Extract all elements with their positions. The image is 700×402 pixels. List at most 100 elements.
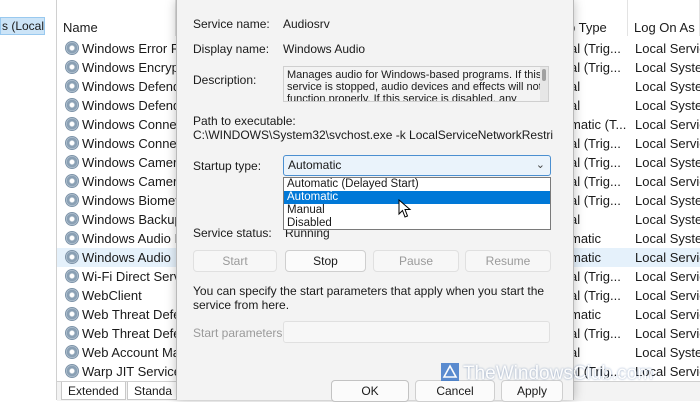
service-name-cell: Web Account Ma [65, 343, 185, 362]
startup-type-cell: al [570, 79, 581, 94]
log-on-as-cell: Local Service [635, 136, 700, 151]
service-name-value: Audiosrv [283, 17, 330, 31]
description-scrollbar[interactable] [540, 67, 548, 101]
display-name-label: Display name: [193, 42, 270, 56]
watermark: TheWindowsClub.com [440, 362, 700, 386]
service-name-text: Windows Audio [82, 250, 171, 265]
service-gear-icon [65, 98, 79, 112]
startup-type-cell: al (Trig... [570, 136, 621, 151]
service-name-cell: Windows Encrypt [65, 58, 185, 77]
log-on-as-cell: Local Service [635, 174, 700, 189]
startup-type-cell: al (Trig... [570, 174, 621, 189]
service-name-text: Windows Camera [82, 174, 185, 189]
log-on-as-cell: Local Service [635, 307, 700, 322]
service-gear-icon [65, 212, 79, 226]
service-name-text: Windows Camera [82, 155, 185, 170]
startup-type-cell: al (Trig... [570, 326, 621, 341]
log-on-as-cell: Local Syste... [635, 345, 700, 360]
service-name-text: Windows Conne [82, 117, 177, 132]
service-name-cell: Web Threat Defe [65, 324, 185, 343]
service-name-cell: Windows Camera [65, 153, 185, 172]
start-params-input[interactable] [283, 321, 550, 343]
display-name-value: Windows Audio [283, 42, 366, 56]
log-on-as-cell: Local Syste... [635, 79, 700, 94]
startup-option[interactable]: Automatic [284, 191, 550, 204]
service-name-text: Warp JIT Service [82, 364, 181, 379]
service-name-text: WebClient [82, 288, 142, 303]
startup-type-cell: al [570, 212, 581, 227]
startup-type-cell: al (Trig... [570, 41, 621, 56]
service-name-cell: Windows Conne [65, 115, 185, 134]
startup-type-cell: al [570, 345, 581, 360]
service-name-cell: Windows Biomet [65, 191, 185, 210]
service-name-text: Windows Defend [82, 98, 181, 113]
startup-type-cell: matic [570, 231, 602, 246]
watermark-text: TheWindowsClub.com [463, 363, 654, 384]
startup-option[interactable]: Disabled [284, 217, 550, 230]
startup-type-cell: matic [570, 250, 602, 265]
log-on-as-cell: Local Service [635, 41, 700, 56]
service-name-cell: Wi-Fi Direct Servi [65, 267, 185, 286]
startup-type-select[interactable]: Automatic ⌄ [283, 155, 551, 176]
service-gear-icon [65, 79, 79, 93]
startup-option[interactable]: Manual [284, 204, 550, 217]
tab-extended[interactable]: Extended [61, 382, 126, 400]
service-name-cell: Windows Conne [65, 134, 185, 153]
service-name-text: Windows Audio I [82, 231, 179, 246]
service-name-cell: Windows Audio I [65, 229, 185, 248]
startup-type-cell: al (Trig... [570, 155, 621, 170]
service-gear-icon [65, 136, 79, 150]
pause-button[interactable]: Pause [373, 250, 459, 272]
log-on-as-cell: Local Service [635, 250, 700, 265]
service-gear-icon [65, 41, 79, 55]
service-name-cell: Warp JIT Service [65, 362, 185, 381]
description-text: Manages audio for Windows-based programs… [287, 69, 542, 102]
service-gear-icon [65, 117, 79, 131]
startup-type-cell: al (Trig... [570, 60, 621, 75]
path-value: C:\WINDOWS\System32\svchost.exe -k Local… [193, 128, 553, 142]
service-name-text: Windows Encrypt [82, 60, 183, 75]
startup-type-cell: al (Trig... [570, 193, 621, 208]
log-on-as-cell: Local Syste... [635, 98, 700, 113]
service-gear-icon [65, 174, 79, 188]
startup-type-cell: matic [570, 307, 602, 322]
log-on-as-cell: Local Service [635, 288, 700, 303]
startup-type-selected: Automatic [288, 158, 342, 172]
startup-type-cell: al (Trig... [570, 269, 621, 284]
service-gear-icon [65, 60, 79, 74]
startup-type-dropdown: Automatic (Delayed Start) Automatic Manual… [283, 177, 551, 230]
tab-standard[interactable]: Standa [127, 382, 179, 400]
service-gear-icon [65, 307, 79, 321]
service-name-text: Web Account Ma [82, 345, 181, 360]
stop-button[interactable]: Stop [285, 250, 366, 272]
description-box[interactable]: Manages audio for Windows-based programs… [283, 66, 549, 102]
column-header-name[interactable]: Name [57, 0, 176, 36]
service-name-cell: Windows Audio [65, 248, 185, 267]
log-on-as-cell: Local Service [635, 326, 700, 341]
service-properties-dialog: Service name: Audiosrv Display name: Win… [176, 0, 574, 402]
service-name-cell: WebClient [65, 286, 185, 305]
service-name-text: Web Threat Defe [82, 307, 181, 322]
service-gear-icon [65, 250, 79, 264]
service-name-text: Windows Conne [82, 136, 177, 151]
ok-button[interactable]: OK [331, 380, 409, 402]
service-name-cell: Windows Error R [65, 39, 185, 58]
service-name-label: Service name: [193, 17, 270, 31]
column-header-log-on-as[interactable]: Log On As [628, 0, 700, 36]
service-gear-icon [65, 193, 79, 207]
service-name-cell: Web Threat Defe [65, 305, 185, 324]
startup-type-label: Startup type: [193, 159, 262, 173]
startup-option[interactable]: Automatic (Delayed Start) [284, 178, 550, 191]
service-gear-icon [65, 231, 79, 245]
service-name-cell: Windows Defend [65, 96, 185, 115]
log-on-as-cell: Local Syste... [635, 155, 700, 170]
log-on-as-cell: Local Syste... [635, 193, 700, 208]
service-gear-icon [65, 345, 79, 359]
resume-button[interactable]: Resume [465, 250, 551, 272]
service-name-text: Windows Defend [82, 79, 181, 94]
service-name-text: Web Threat Defe [82, 326, 181, 341]
startup-type-cell: matic (T... [570, 117, 627, 132]
tree-item-services-local[interactable]: s (Local) [0, 17, 45, 35]
service-gear-icon [65, 155, 79, 169]
start-button[interactable]: Start [193, 250, 277, 272]
